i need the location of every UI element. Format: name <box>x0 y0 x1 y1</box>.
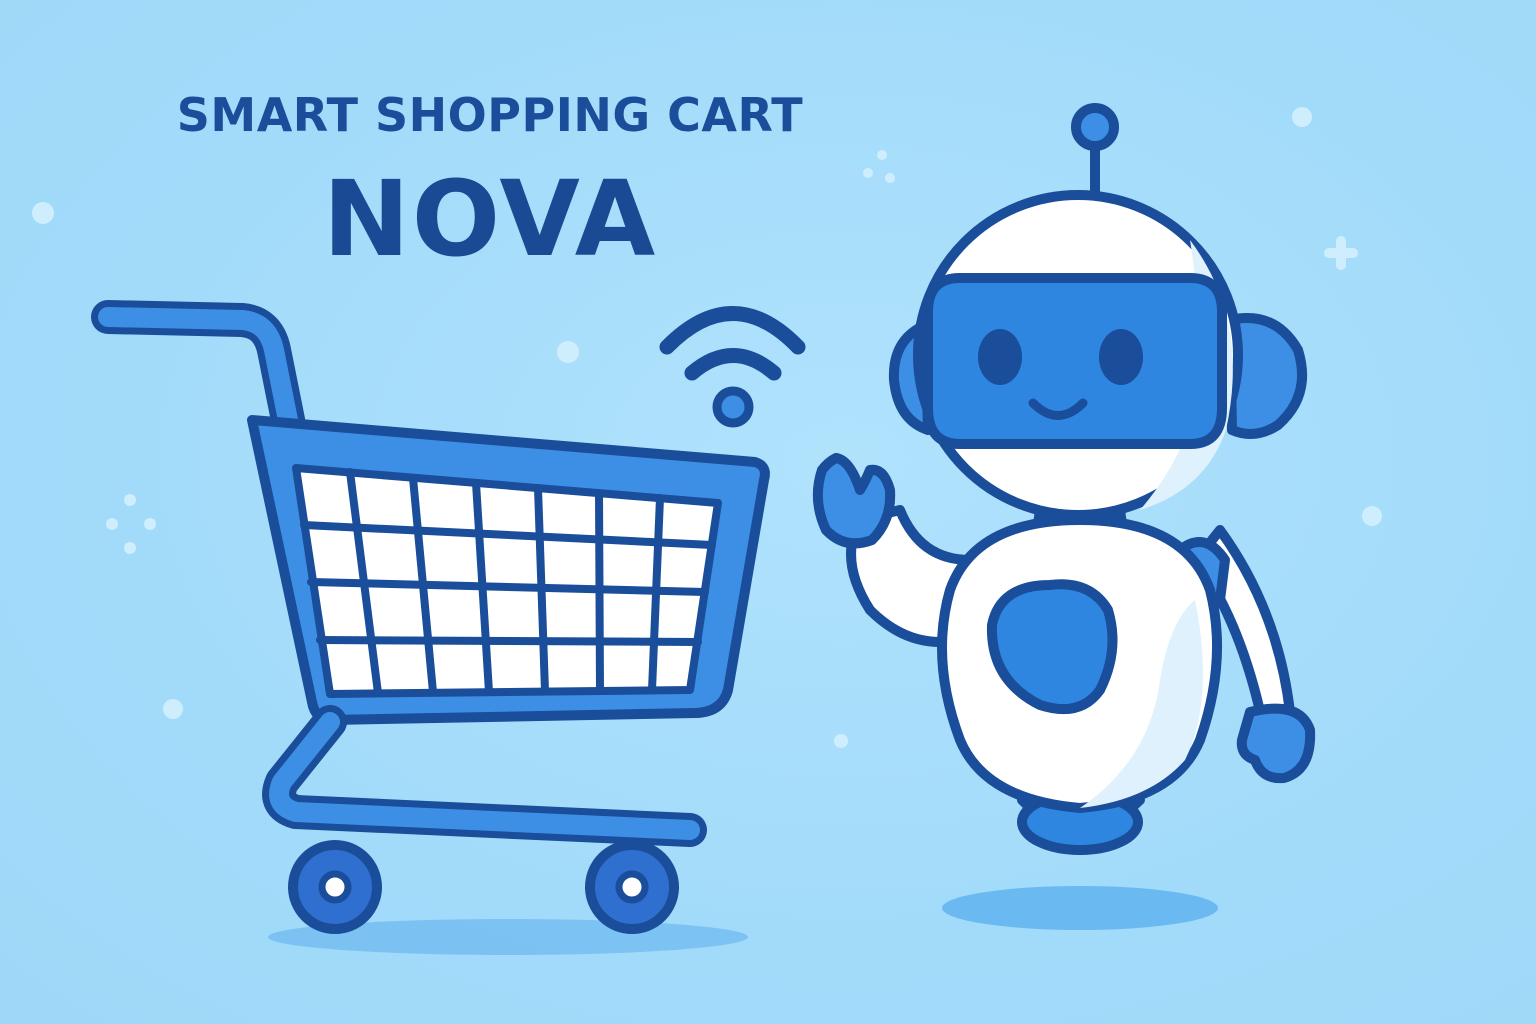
robot-shadow <box>942 886 1218 930</box>
wifi-signal-icon <box>659 306 806 428</box>
robot-mascot-icon <box>812 103 1316 855</box>
shopping-cart-icon <box>91 300 770 934</box>
illustration-canvas: SMART SHOPPING CART NOVA <box>0 0 1536 1024</box>
illustration-art <box>32 103 1382 955</box>
